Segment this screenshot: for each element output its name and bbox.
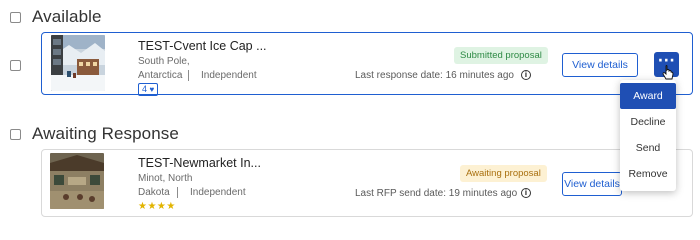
info-icon[interactable]: i <box>521 188 531 198</box>
hotel-thumbnail <box>50 153 104 209</box>
actions-dropdown-menu: Award Decline Send Remove <box>620 80 676 191</box>
hotel-region: Antarctica <box>138 70 183 81</box>
hotel-region: Dakota <box>138 187 170 198</box>
hotel-card: TEST-Cvent Ice Cap ... South Pole, Antar… <box>41 32 693 96</box>
hotel-thumbnail <box>51 35 105 91</box>
star-rating: ★★★★ <box>138 201 176 212</box>
view-details-button[interactable]: View details <box>562 172 622 196</box>
hotel-name[interactable]: TEST-Cvent Ice Cap ... <box>138 39 267 53</box>
proposal-count: 4 <box>142 84 148 94</box>
proposal-count-badge[interactable]: 4 ♥ <box>138 83 159 96</box>
divider <box>177 187 178 198</box>
status-badge: Awaiting proposal <box>460 165 547 182</box>
hand-cursor-icon <box>662 65 674 80</box>
heart-icon: ♥ <box>149 85 155 94</box>
hotel-name[interactable]: TEST-Newmarket In... <box>138 156 261 170</box>
hotel-card: TEST-Newmarket In... Minot, North Dakota… <box>41 149 693 217</box>
divider <box>188 70 189 81</box>
menu-item-send[interactable]: Send <box>620 135 676 161</box>
last-rfp-send-date: Last RFP send date: 19 minutes ago <box>355 188 518 199</box>
hotel-type: Independent <box>201 70 257 81</box>
section-title-awaiting: Awaiting Response <box>32 124 179 143</box>
status-badge: Submitted proposal <box>454 47 548 64</box>
menu-item-decline[interactable]: Decline <box>620 109 676 135</box>
hotel-city: Minot, North <box>138 173 193 184</box>
card-checkbox[interactable] <box>10 60 21 71</box>
view-details-button[interactable]: View details <box>562 53 638 77</box>
select-all-awaiting-checkbox[interactable] <box>10 129 21 140</box>
menu-item-remove[interactable]: Remove <box>620 161 676 187</box>
section-title-available: Available <box>32 7 102 26</box>
hotel-city: South Pole, <box>138 56 190 67</box>
hotel-type: Independent <box>190 187 246 198</box>
menu-item-award[interactable]: Award <box>620 83 676 109</box>
last-response-date: Last response date: 16 minutes ago <box>355 70 514 81</box>
select-all-available-checkbox[interactable] <box>10 12 21 23</box>
info-icon[interactable]: i <box>521 70 531 80</box>
